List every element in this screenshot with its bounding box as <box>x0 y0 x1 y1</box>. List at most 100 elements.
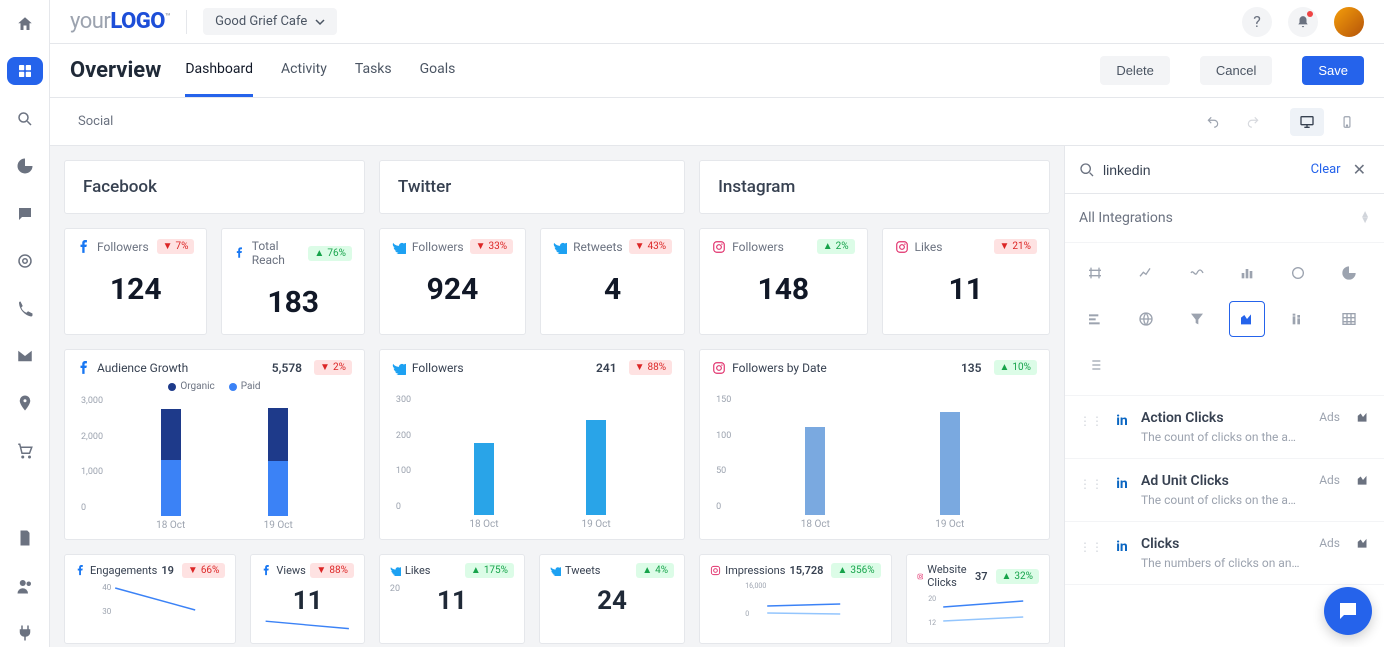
stat-delta: ▲ 76% <box>308 246 351 261</box>
charttype-stacked[interactable] <box>1280 301 1316 337</box>
metric-tag: Ads <box>1319 410 1340 444</box>
stat-ig-followers[interactable]: Followers▲ 2% 148 <box>699 228 867 335</box>
label: Impressions <box>725 564 785 577</box>
nav-sidebar <box>0 0 50 647</box>
nav-search-icon[interactable] <box>7 105 43 132</box>
label: Total Reach <box>252 239 303 267</box>
nav-cart-icon[interactable] <box>7 437 43 464</box>
search-clear[interactable]: Clear <box>1311 162 1341 177</box>
mini-tw-likes[interactable]: Likes▲ 175% 20 11 <box>379 554 525 644</box>
mini-ig-clicks[interactable]: Website Clicks37▲ 32% 2012 <box>906 554 1050 644</box>
help-button[interactable]: ? <box>1242 7 1272 37</box>
label: All Integrations <box>1079 210 1173 226</box>
charttype-pie[interactable] <box>1331 255 1367 291</box>
drag-handle-icon[interactable]: ⋮⋮ <box>1079 540 1103 570</box>
nav-mail-icon[interactable] <box>7 342 43 369</box>
stat-delta: ▼ 21% <box>994 239 1037 254</box>
drag-handle-icon[interactable]: ⋮⋮ <box>1079 477 1103 507</box>
search-close-icon[interactable]: ✕ <box>1349 160 1370 179</box>
stat-delta: ▼ 33% <box>470 239 513 254</box>
charttype-funnel[interactable] <box>1179 301 1215 337</box>
label: Followers <box>412 361 464 375</box>
toolbar-tab-social[interactable]: Social <box>70 110 121 133</box>
save-button[interactable]: Save <box>1302 56 1364 85</box>
notifications-button[interactable] <box>1288 7 1318 37</box>
tab-goals[interactable]: Goals <box>420 44 456 97</box>
nav-phone-icon[interactable] <box>7 295 43 322</box>
mini-value: 15,728 <box>789 564 823 577</box>
label: Followers <box>732 240 784 254</box>
account-picker[interactable]: Good Grief Cafe <box>203 8 337 35</box>
label: Likes <box>915 240 943 254</box>
stat-ig-likes[interactable]: Likes ▼ 21% 11 <box>882 228 1050 335</box>
column-header-facebook: Facebook <box>64 160 365 214</box>
chart-tw-followers[interactable]: Followers241▼ 88% 3002001000 18 Oct19 Oc… <box>379 349 685 540</box>
charttype-list[interactable] <box>1077 347 1113 383</box>
stat-value: 4 <box>553 272 672 307</box>
mini-ig-impressions[interactable]: Impressions15,728▲ 356% 16,000018 Oct19 … <box>699 554 891 644</box>
nav-file-icon[interactable] <box>7 525 43 552</box>
charttype-spark[interactable] <box>1179 255 1215 291</box>
redo-button[interactable] <box>1236 108 1270 136</box>
page-title: Overview <box>70 58 161 83</box>
nav-pie-icon[interactable] <box>7 152 43 179</box>
metric-desc: The numbers of clicks on an ad <box>1141 556 1301 570</box>
stat-value: 11 <box>895 272 1037 307</box>
charttype-table[interactable] <box>1331 301 1367 337</box>
chart-fb-audience[interactable]: Audience Growth5,578▼ 2% OrganicPaid 3,0… <box>64 349 365 540</box>
nav-location-icon[interactable] <box>7 390 43 417</box>
mini-fb-engagements[interactable]: Engagements19▼ 66% 4030 <box>64 554 236 644</box>
mini-tw-tweets[interactable]: Tweets▲ 4% 24 <box>539 554 685 644</box>
undo-button[interactable] <box>1196 108 1230 136</box>
label: Tweets <box>565 564 600 577</box>
metric-title: Action Clicks <box>1141 410 1309 426</box>
chart-value: 241 <box>596 361 617 375</box>
charttype-area[interactable] <box>1229 301 1265 337</box>
nav-plug-icon[interactable] <box>7 620 43 647</box>
stat-fb-reach[interactable]: Total Reach▲ 76% 183 <box>221 228 364 335</box>
charttype-geo[interactable] <box>1128 301 1164 337</box>
tab-activity[interactable]: Activity <box>281 44 327 97</box>
stat-tw-retweets[interactable]: Retweets▼ 43% 4 <box>540 228 685 335</box>
label: Audience Growth <box>97 361 188 375</box>
desktop-view-button[interactable] <box>1290 108 1324 136</box>
user-avatar[interactable] <box>1334 7 1364 37</box>
tab-dashboard[interactable]: Dashboard <box>185 44 253 97</box>
metric-title: Clicks <box>1141 536 1309 552</box>
delete-button[interactable]: Delete <box>1100 56 1170 85</box>
stat-tw-followers[interactable]: Followers▼ 33% 924 <box>379 228 526 335</box>
chart-value: 5,578 <box>272 361 302 375</box>
metric-action-clicks[interactable]: ⋮⋮ in Action ClicksThe count of clicks o… <box>1065 396 1384 459</box>
metric-adunit-clicks[interactable]: ⋮⋮ in Ad Unit ClicksThe count of clicks … <box>1065 459 1384 522</box>
chevron-updown-icon: ▲▼ <box>1360 212 1370 224</box>
intercom-launcher[interactable] <box>1324 587 1372 635</box>
label: Retweets <box>573 240 623 254</box>
charttype-hbar[interactable] <box>1077 301 1113 337</box>
integrations-select[interactable]: All Integrations ▲▼ <box>1065 194 1384 243</box>
cancel-button[interactable]: Cancel <box>1200 56 1272 85</box>
stat-fb-followers[interactable]: Followers▼ 7% 124 <box>64 228 207 335</box>
nav-chat-icon[interactable] <box>7 200 43 227</box>
chart-ig-followers[interactable]: Followers by Date135▲ 10% 150100500 18 O… <box>699 349 1050 540</box>
nav-users-icon[interactable] <box>7 572 43 599</box>
label: Views <box>276 564 305 577</box>
drag-handle-icon[interactable]: ⋮⋮ <box>1079 414 1103 444</box>
nav-dashboard-icon[interactable] <box>7 57 43 84</box>
nav-home-icon[interactable] <box>7 10 43 37</box>
mobile-view-button[interactable] <box>1330 108 1364 136</box>
mini-fb-views[interactable]: Views▼ 88% 11 <box>250 554 365 644</box>
chart-delta: ▼ 2% <box>314 360 352 375</box>
charttype-number[interactable] <box>1077 255 1113 291</box>
divider <box>186 10 187 34</box>
charttype-line[interactable] <box>1128 255 1164 291</box>
tab-tasks[interactable]: Tasks <box>355 44 392 97</box>
svg-text:30: 30 <box>102 607 111 616</box>
charttype-donut[interactable] <box>1280 255 1316 291</box>
search-input[interactable] <box>1103 162 1303 178</box>
metric-clicks[interactable]: ⋮⋮ in ClicksThe numbers of clicks on an … <box>1065 522 1384 585</box>
chart-legend: OrganicPaid <box>77 381 352 392</box>
svg-text:0: 0 <box>745 610 749 618</box>
nav-target-icon[interactable] <box>7 247 43 274</box>
charttype-bar[interactable] <box>1229 255 1265 291</box>
label: Website Clicks <box>927 563 971 589</box>
